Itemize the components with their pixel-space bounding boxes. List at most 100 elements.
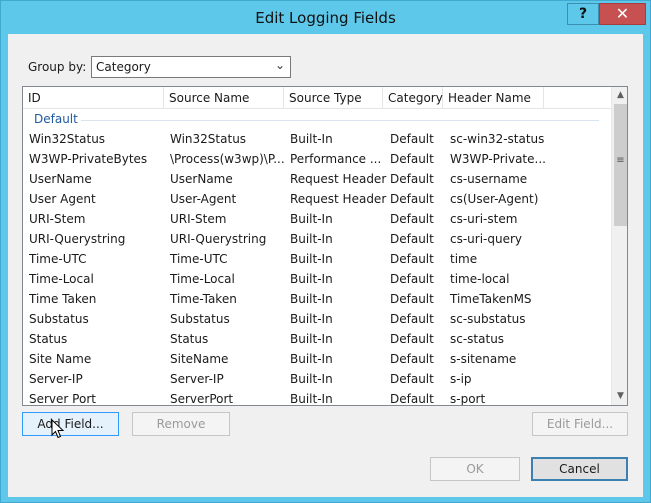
cell-id: Time-Local — [29, 272, 94, 286]
edit-field-button[interactable]: Edit Field... — [532, 412, 628, 436]
add-field-button[interactable]: Add Field... — [22, 412, 119, 436]
cell-source-type: Built-In — [290, 132, 333, 146]
cell-category: Default — [390, 212, 434, 226]
cell-category: Default — [390, 392, 434, 406]
window-title: Edit Logging Fields — [255, 9, 396, 27]
group-header[interactable]: Default — [23, 109, 611, 129]
list-row[interactable]: W3WP-PrivateBytes \Process(w3wp)\P... Perf… — [23, 149, 611, 169]
cell-source-type: Built-In — [290, 372, 333, 386]
cell-source-type: Request Header — [290, 172, 387, 186]
question-mark-icon: ? — [578, 6, 588, 22]
logging-fields-list[interactable]: ID Source Name Source Type Category Head… — [22, 86, 628, 406]
column-header-source-type[interactable]: Source Type — [284, 87, 383, 109]
cell-source-type: Built-In — [290, 252, 333, 266]
cell-category: Default — [390, 132, 434, 146]
remove-button[interactable]: Remove — [132, 412, 230, 436]
cell-source-name: Time-UTC — [170, 252, 228, 266]
close-button[interactable]: ✕ — [599, 3, 646, 25]
ok-button[interactable]: OK — [430, 457, 520, 481]
cell-header-name: TimeTakenMS — [450, 292, 532, 306]
cell-header-name: time — [450, 252, 478, 266]
group-by-value: Category — [96, 60, 151, 74]
vertical-scrollbar[interactable]: ▲ ≡ ▼ — [611, 87, 627, 405]
cell-header-name: sc-substatus — [450, 312, 526, 326]
cell-category: Default — [390, 292, 434, 306]
cell-source-type: Built-In — [290, 352, 333, 366]
cell-id: Time Taken — [29, 292, 97, 306]
cell-source-name: URI-Stem — [170, 212, 227, 226]
cell-source-type: Built-In — [290, 292, 333, 306]
cell-source-name: User-Agent — [170, 192, 237, 206]
cell-header-name: sc-win32-status — [450, 132, 545, 146]
cell-source-name: Server-IP — [170, 372, 224, 386]
cell-category: Default — [390, 172, 434, 186]
list-row[interactable]: Time-UTC Time-UTC Built-In Default time — [23, 249, 611, 269]
cell-id: User Agent — [29, 192, 96, 206]
cell-category: Default — [390, 352, 434, 366]
list-row[interactable]: Status Status Built-In Default sc-status — [23, 329, 611, 349]
help-button[interactable]: ? — [567, 3, 599, 25]
cell-id: Server Port — [29, 392, 96, 406]
dialog-body: Group by: Category ⌄ ID Source Name Sour… — [8, 34, 643, 497]
cell-source-type: Built-In — [290, 332, 333, 346]
group-by-dropdown[interactable]: Category ⌄ — [91, 56, 291, 78]
list-row[interactable]: URI-Querystring URI-Querystring Built-In De… — [23, 229, 611, 249]
cell-source-type: Request Header — [290, 192, 387, 206]
cell-category: Default — [390, 332, 434, 346]
cell-category: Default — [390, 232, 434, 246]
cell-id: Win32Status — [29, 132, 106, 146]
column-header-category[interactable]: Category — [383, 87, 443, 109]
cell-source-name: ServerPort — [170, 392, 234, 406]
list-row[interactable]: Server-IP Server-IP Built-In Default s-ip — [23, 369, 611, 389]
cell-category: Default — [390, 152, 434, 166]
scroll-up-icon[interactable]: ▲ — [612, 87, 627, 104]
title-bar[interactable]: Edit Logging Fields ? ✕ — [1, 1, 650, 34]
cell-source-name: Substatus — [170, 312, 230, 326]
cell-category: Default — [390, 252, 434, 266]
cell-source-name: Win32Status — [170, 132, 247, 146]
cell-header-name: cs-uri-stem — [450, 212, 518, 226]
cell-header-name: s-ip — [450, 372, 472, 386]
cell-category: Default — [390, 192, 434, 206]
cell-source-type: Built-In — [290, 272, 333, 286]
cell-source-name: UserName — [170, 172, 233, 186]
grip-icon: ≡ — [616, 155, 625, 166]
mouse-pointer-icon — [51, 419, 65, 439]
column-header-header-name[interactable]: Header Name — [443, 87, 544, 109]
column-header-source-name[interactable]: Source Name — [164, 87, 284, 109]
list-row[interactable]: User Agent User-Agent Request Header Defaul… — [23, 189, 611, 209]
list-row[interactable]: UserName UserName Request Header Default cs-… — [23, 169, 611, 189]
cell-id: Time-UTC — [29, 252, 87, 266]
cell-header-name: time-local — [450, 272, 510, 286]
list-row[interactable]: Time Taken Time-Taken Built-In Default TimeT… — [23, 289, 611, 309]
cell-source-type: Built-In — [290, 392, 333, 406]
cell-source-type: Built-In — [290, 212, 333, 226]
list-row[interactable]: Time-Local Time-Local Built-In Default time-… — [23, 269, 611, 289]
list-row[interactable]: Substatus Substatus Built-In Default sc-subs… — [23, 309, 611, 329]
dialog-window: Edit Logging Fields ? ✕ Group by: Catego… — [0, 0, 651, 503]
cell-source-name: Time-Taken — [170, 292, 237, 306]
cell-source-type: Performance ... — [290, 152, 382, 166]
cell-id: Substatus — [29, 312, 89, 326]
cell-id: W3WP-PrivateBytes — [29, 152, 148, 166]
close-icon: ✕ — [615, 4, 630, 23]
cancel-button[interactable]: Cancel — [531, 457, 628, 481]
cell-source-name: URI-Querystring — [170, 232, 267, 246]
cell-header-name: sc-status — [450, 332, 505, 346]
list-row[interactable]: Win32Status Win32Status Built-In Default sc-… — [23, 129, 611, 149]
group-by-label: Group by: — [28, 60, 87, 74]
scroll-down-icon[interactable]: ▼ — [612, 388, 627, 405]
cell-source-name: Status — [170, 332, 209, 346]
list-row[interactable]: Site Name SiteName Built-In Default s-sitena… — [23, 349, 611, 369]
cell-header-name: s-sitename — [450, 352, 517, 366]
cell-source-type: Built-In — [290, 312, 333, 326]
cell-id: Server-IP — [29, 372, 83, 386]
cell-source-name: \Process(w3wp)\P... — [170, 152, 285, 166]
cell-source-type: Built-In — [290, 232, 333, 246]
cell-id: Status — [29, 332, 68, 346]
column-header-id[interactable]: ID — [23, 87, 164, 109]
list-row[interactable]: URI-Stem URI-Stem Built-In Default cs-uri-st… — [23, 209, 611, 229]
cell-id: Site Name — [29, 352, 92, 366]
scrollbar-thumb[interactable]: ≡ — [614, 104, 627, 226]
list-row[interactable]: Server Port ServerPort Built-In Default s-po… — [23, 389, 611, 406]
